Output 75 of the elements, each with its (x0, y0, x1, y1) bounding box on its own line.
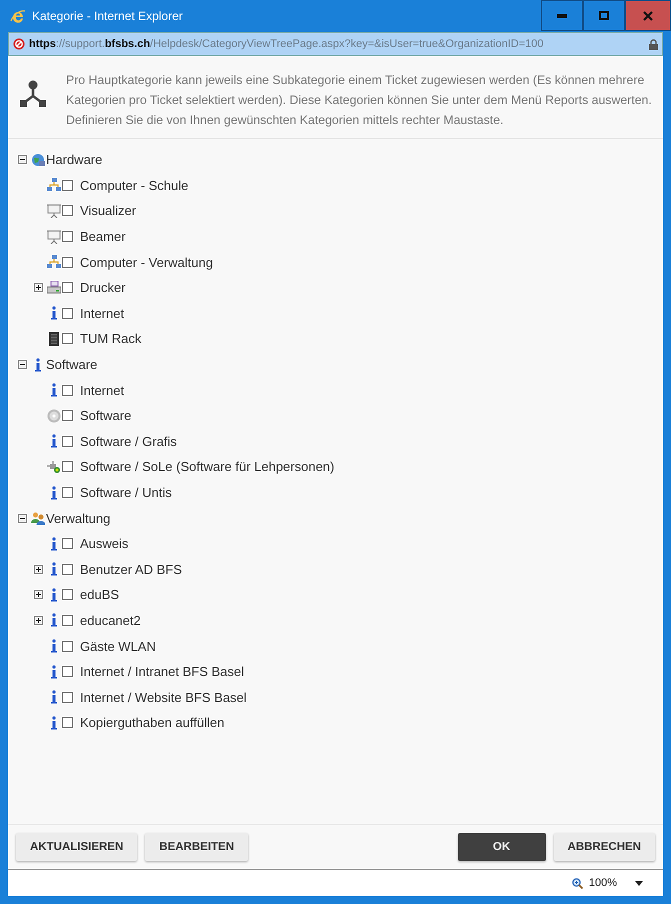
category-label[interactable]: Visualizer (80, 203, 136, 218)
category-label[interactable]: Kopierguthaben auffüllen (80, 715, 224, 730)
expand-toggle[interactable] (34, 564, 43, 574)
category-label[interactable]: Drucker (80, 280, 126, 296)
checkbox[interactable] (62, 384, 73, 396)
category-label[interactable]: Benutzer AD BFS (80, 562, 182, 577)
globe-icon (31, 152, 45, 167)
category-label[interactable]: Software / SoLe (Software für Lehpersonen) (80, 459, 334, 474)
expand-toggle[interactable] (34, 283, 43, 292)
category-label[interactable]: TUM Rack (80, 331, 142, 346)
checkbox[interactable] (62, 461, 73, 472)
category-label[interactable]: Beamer (80, 229, 126, 244)
category-label[interactable]: Software / Untis (80, 485, 172, 500)
collapse-toggle[interactable] (18, 360, 27, 370)
action-button[interactable]: AKTUALISIEREN (16, 833, 138, 861)
minimize-icon (557, 14, 567, 18)
checkbox[interactable] (62, 564, 73, 575)
close-button[interactable] (625, 0, 671, 31)
ok-button[interactable]: OK (458, 833, 546, 861)
category-label[interactable]: eduBS (80, 587, 120, 602)
checkbox[interactable] (62, 180, 73, 191)
category-label[interactable]: educanet2 (80, 612, 141, 628)
checkbox[interactable] (62, 282, 73, 294)
expand-toggle[interactable] (34, 590, 43, 600)
site-status-icon (13, 38, 25, 50)
maximize-button[interactable] (583, 0, 625, 31)
category-label[interactable]: Ausweis (80, 536, 128, 552)
checkbox[interactable] (62, 308, 73, 319)
category-label[interactable]: Software (80, 408, 132, 424)
category-label[interactable]: Hardware (46, 152, 102, 168)
checkbox[interactable] (62, 205, 73, 216)
network-icon (47, 255, 61, 270)
lock-icon (649, 38, 658, 50)
checkbox[interactable] (62, 231, 73, 242)
network-icon (47, 178, 61, 192)
printer-icon (47, 280, 61, 295)
category-label[interactable]: Verwaltung (46, 510, 110, 526)
expand-toggle[interactable] (34, 616, 43, 625)
category-label[interactable]: Software (46, 357, 98, 372)
action-button[interactable]: BEARBEITEN (145, 833, 248, 861)
checkbox[interactable] (62, 410, 73, 422)
cancel-button[interactable]: ABBRECHEN (554, 833, 655, 861)
checkbox[interactable] (62, 717, 73, 728)
zoom-icon (572, 878, 583, 888)
category-label[interactable]: Software / Grafis (80, 434, 177, 449)
category-label[interactable]: Internet / Intranet BFS Basel (80, 664, 244, 680)
checkbox[interactable] (62, 487, 73, 498)
close-icon (643, 10, 653, 20)
category-label[interactable]: Internet (80, 306, 124, 321)
window-title: Kategorie - Internet Explorer (32, 9, 184, 23)
checkbox[interactable] (62, 640, 73, 652)
category-label[interactable]: Internet (80, 382, 124, 398)
checkbox[interactable] (62, 589, 73, 600)
users-icon (31, 511, 45, 526)
collapse-toggle[interactable] (18, 155, 27, 164)
checkbox[interactable] (62, 692, 73, 703)
info-text: Pro Hauptkategorie kann jeweils eine Subkategorie einem Ticket zugewiesen werden (Es können mehrere Kategorien pro Ticket selektiert werden). Diese Kategorien können Sie unter dem Menü Reports auswerten. Definieren Sie die von Ihnen gewünschten Kategorien mittels rechter Maustaste. (66, 72, 653, 129)
checkbox[interactable] (62, 666, 73, 678)
checkbox[interactable] (62, 538, 73, 550)
checkbox[interactable] (62, 614, 73, 626)
minimize-button[interactable] (541, 0, 583, 31)
category-label[interactable]: Computer - Verwaltung (80, 254, 213, 270)
rack-icon (47, 332, 61, 346)
hierarchy-icon (20, 80, 46, 108)
collapse-toggle[interactable] (18, 514, 27, 523)
maximize-icon (599, 11, 609, 20)
category-label[interactable]: Computer - Schule (80, 178, 188, 193)
browser-logo-icon (10, 8, 26, 24)
checkbox[interactable] (62, 256, 73, 268)
zoom-level[interactable]: 100% (588, 877, 617, 889)
category-label[interactable]: Gäste WLAN (80, 638, 156, 654)
checkbox[interactable] (62, 333, 73, 344)
dropdown-icon[interactable] (635, 880, 643, 886)
checkbox[interactable] (62, 436, 73, 447)
category-label[interactable]: Internet / Website BFS Basel (80, 690, 247, 705)
